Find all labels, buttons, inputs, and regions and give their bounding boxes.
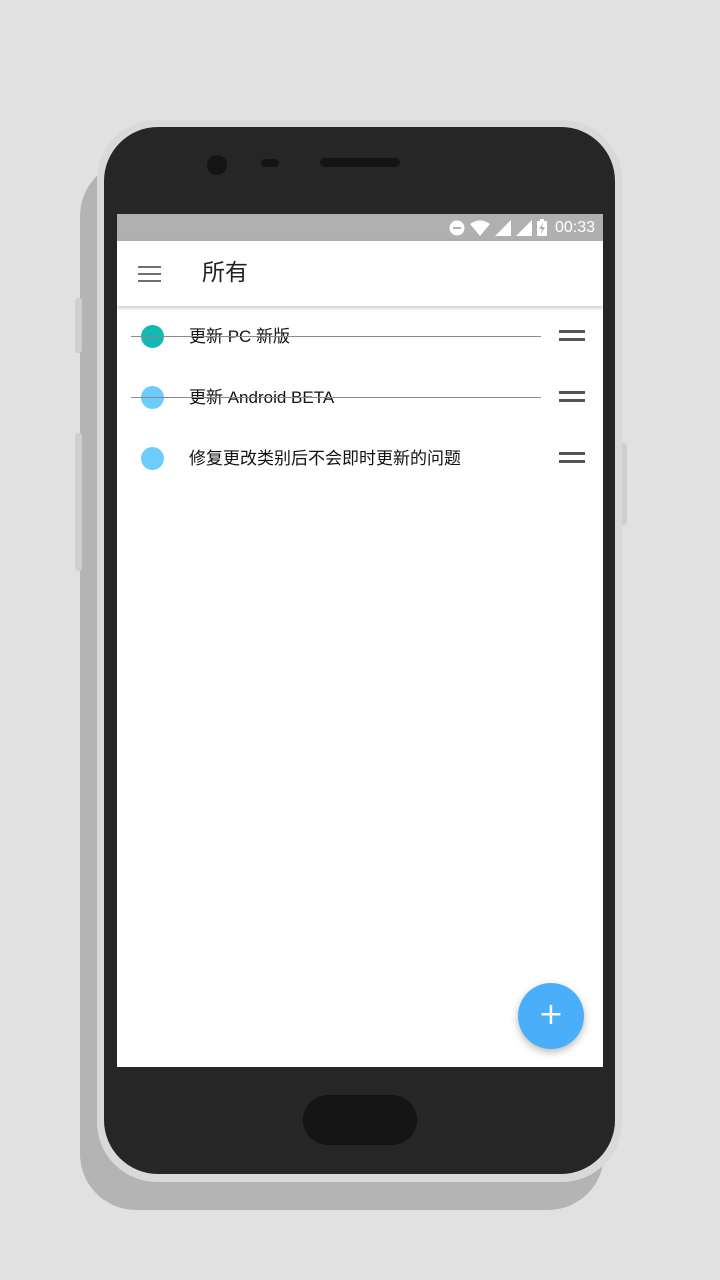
app-bar: 所有 [117, 241, 603, 306]
completed-strikethrough [131, 397, 541, 398]
page-title: 所有 [202, 260, 248, 286]
do-not-disturb-icon [449, 220, 465, 235]
app-screen: 00:33 所有 更新 PC 新版 更新 Android BETA 修复更改类别… [117, 214, 603, 1067]
status-time: 00:33 [554, 218, 595, 236]
volume-button [75, 298, 82, 353]
device-stage: 00:33 所有 更新 PC 新版 更新 Android BETA 修复更改类别… [0, 0, 720, 1280]
front-camera [207, 155, 227, 175]
proximity-sensor [261, 159, 279, 167]
completed-strikethrough [131, 336, 541, 337]
task-label: 修复更改类别后不会即时更新的问题 [189, 449, 461, 468]
signal-icon [494, 219, 511, 236]
signal-icon [515, 219, 532, 236]
add-task-button[interactable]: + [518, 983, 584, 1049]
wifi-icon [469, 220, 490, 236]
battery-charging-icon [536, 219, 547, 236]
task-label: 更新 PC 新版 [189, 327, 291, 346]
earpiece-speaker [320, 158, 400, 167]
volume-button [75, 433, 82, 571]
task-row[interactable]: 更新 PC 新版 [117, 306, 603, 367]
status-bar: 00:33 [117, 214, 603, 241]
task-color-dot[interactable] [141, 447, 164, 470]
drag-handle-icon[interactable] [557, 388, 587, 408]
drag-handle-icon[interactable] [557, 327, 587, 347]
task-row[interactable]: 修复更改类别后不会即时更新的问题 [117, 428, 603, 489]
drag-handle-icon[interactable] [557, 449, 587, 469]
plus-icon: + [538, 997, 564, 1032]
task-label: 更新 Android BETA [189, 388, 335, 407]
task-row[interactable]: 更新 Android BETA [117, 367, 603, 428]
hamburger-menu-icon[interactable] [133, 259, 167, 289]
home-button[interactable] [303, 1095, 417, 1145]
